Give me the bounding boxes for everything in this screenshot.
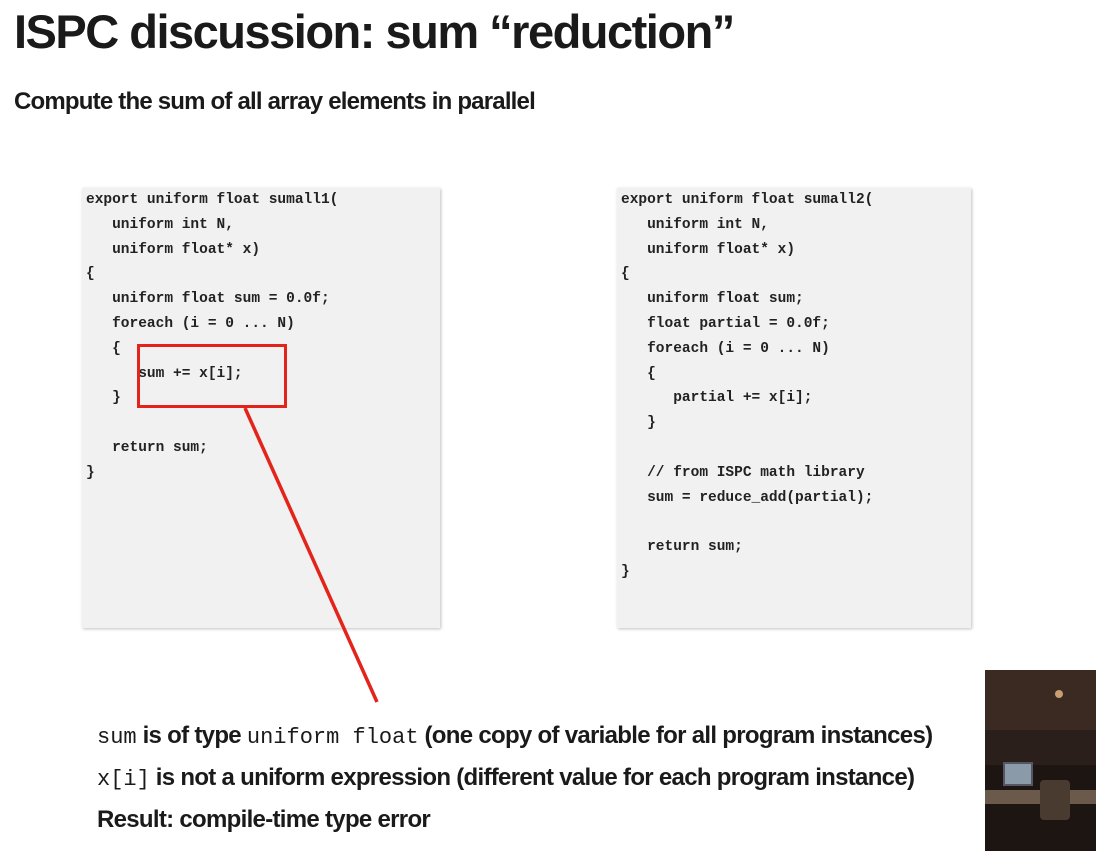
note-line-2: x[i] is not a uniform expression (differ… xyxy=(97,758,997,800)
code-text-sumall1: export uniform float sumall1( uniform in… xyxy=(86,192,339,481)
note-text: (one copy of variable for all program in… xyxy=(418,722,934,749)
webcam-wall xyxy=(985,670,1096,730)
note-line-1: sum is of type uniform float (one copy o… xyxy=(97,716,997,758)
explanation-notes: sum is of type uniform float (one copy o… xyxy=(97,716,997,840)
note-line-3: Result: compile-time type error xyxy=(97,806,431,833)
slide-subtitle: Compute the sum of all array elements in… xyxy=(14,88,536,115)
code-text-sumall2: export uniform float sumall2( uniform in… xyxy=(621,192,874,580)
webcam-chair xyxy=(1040,780,1070,820)
note-text: is not a uniform expression (different v… xyxy=(149,764,915,791)
webcam-overlay xyxy=(985,670,1096,851)
highlight-box xyxy=(137,344,287,408)
code-block-sumall1: export uniform float sumall1( uniform in… xyxy=(82,188,440,628)
note-code-sum: sum xyxy=(97,725,137,750)
slide-title: ISPC discussion: sum “reduction” xyxy=(14,5,735,58)
note-code-uniform-float: uniform float xyxy=(246,725,419,750)
webcam-light xyxy=(1055,690,1063,698)
code-block-sumall2: export uniform float sumall2( uniform in… xyxy=(617,188,971,628)
webcam-monitor xyxy=(1003,762,1033,786)
note-code-xi: x[i] xyxy=(97,767,150,792)
note-text: is of type xyxy=(136,722,247,749)
